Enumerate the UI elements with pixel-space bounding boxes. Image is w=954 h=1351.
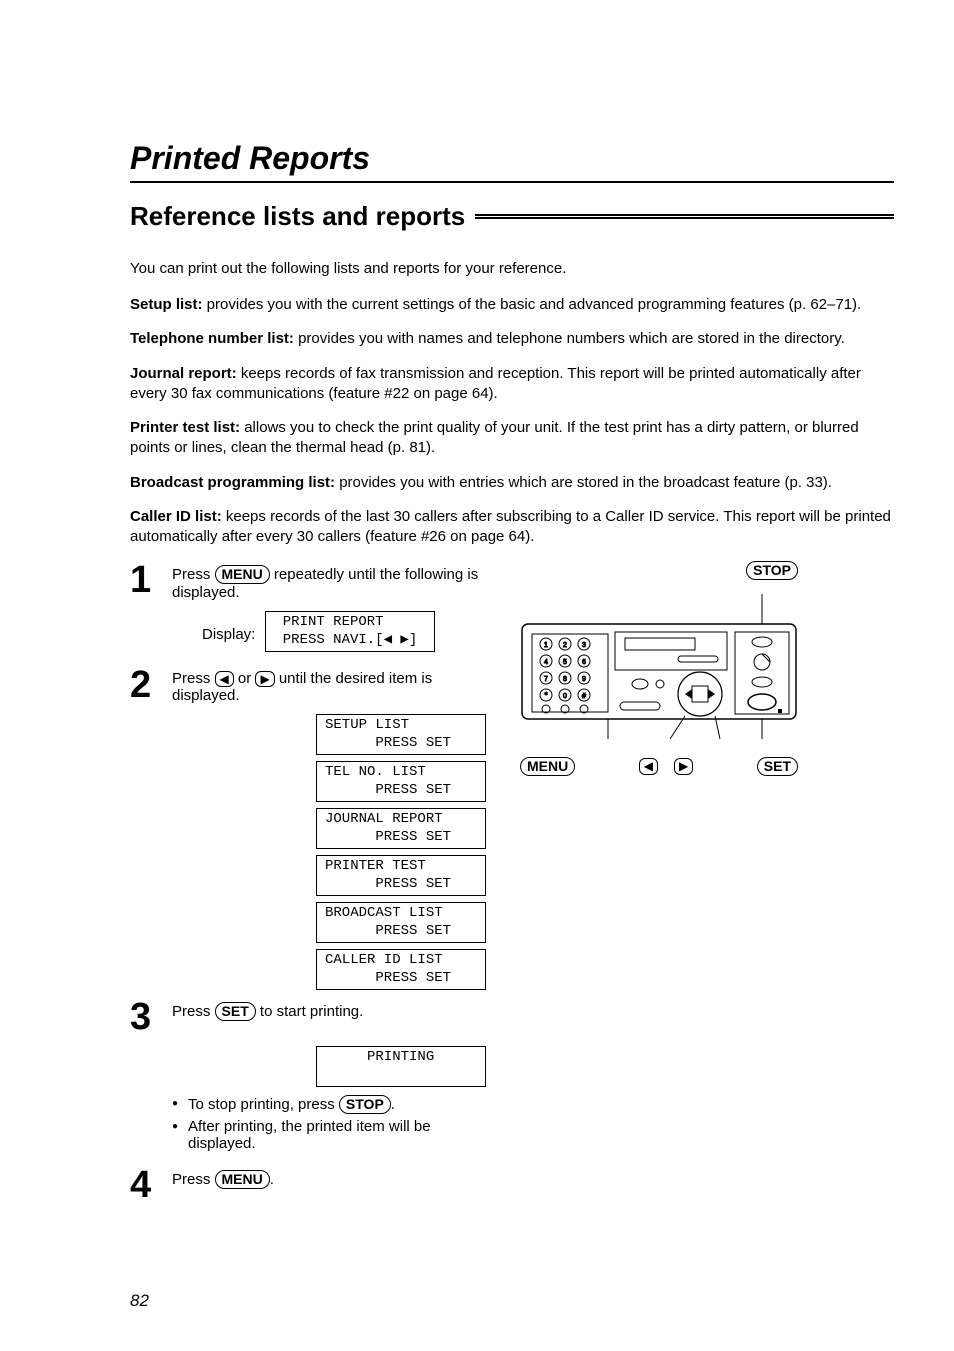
lcd-single: PRINTING (316, 1046, 500, 1087)
svg-text:5: 5 (563, 659, 567, 666)
step-4: 4 Press MENU. (130, 1166, 500, 1204)
lcd-display: SETUP LIST PRESS SET (316, 714, 486, 755)
desc-text: keeps records of the last 30 callers aft… (130, 508, 891, 545)
left-arrow-icon: ◀ (639, 758, 658, 774)
step-number: 2 (130, 666, 172, 704)
display-row: Display: PRINT REPORT PRESS NAVI.[◀ ▶] (202, 611, 500, 658)
svg-text:2: 2 (563, 642, 567, 649)
desc-text: allows you to check the print quality of… (130, 419, 859, 456)
page-number: 82 (130, 1291, 149, 1311)
step-text: . (270, 1171, 274, 1188)
set-button-label: SET (757, 757, 798, 776)
bullet-item: To stop printing, press STOP. (172, 1095, 500, 1114)
step-number: 3 (130, 998, 172, 1036)
display-label: Display: (202, 626, 255, 643)
lcd-display: PRINTING (316, 1046, 486, 1087)
desc-telephone: Telephone number list: provides you with… (130, 329, 894, 349)
desc-label: Journal report: (130, 365, 237, 382)
desc-journal: Journal report: keeps records of fax tra… (130, 364, 894, 405)
step-number: 1 (130, 561, 172, 601)
step-content: Press MENU repeatedly until the followin… (172, 561, 500, 601)
lcd-stack: SETUP LIST PRESS SET TEL NO. LIST PRESS … (316, 714, 500, 990)
desc-label: Caller ID list: (130, 508, 222, 525)
bullet-text: After printing, the printed item will be… (188, 1118, 431, 1152)
step-2: 2 Press ◀ or ▶ until the desired item is… (130, 666, 500, 704)
device-diagram: STOP 1 2 3 4 5 6 7 8 9 * 0 # (520, 561, 798, 1214)
right-arrow-icon: ▶ (674, 758, 693, 774)
desc-caller-id: Caller ID list: keeps records of the las… (130, 507, 894, 548)
desc-label: Broadcast programming list: (130, 474, 335, 491)
step-text: Press (172, 566, 215, 583)
step-number: 4 (130, 1166, 172, 1204)
desc-text: provides you with entries which are stor… (335, 474, 832, 491)
section-heading-row: Reference lists and reports (130, 201, 894, 232)
svg-text:#: # (582, 693, 586, 700)
svg-text:3: 3 (582, 642, 586, 649)
menu-button-label: MENU (215, 1170, 270, 1189)
step-3: 3 Press SET to start printing. (130, 998, 500, 1036)
step-text: Press (172, 1171, 215, 1188)
step3-bullets: To stop printing, press STOP. After prin… (172, 1095, 500, 1152)
stop-button-label: STOP (746, 561, 798, 580)
lcd-display: CALLER ID LIST PRESS SET (316, 949, 486, 990)
step-content: Press ◀ or ▶ until the desired item is d… (172, 666, 500, 704)
desc-text: provides you with the current settings o… (203, 296, 862, 313)
svg-text:0: 0 (563, 693, 567, 700)
menu-button-label: MENU (520, 757, 575, 776)
desc-broadcast: Broadcast programming list: provides you… (130, 473, 894, 493)
step-text: Press (172, 670, 215, 687)
desc-label: Printer test list: (130, 419, 240, 436)
set-button-label: SET (215, 1002, 256, 1021)
menu-button-label: MENU (215, 565, 270, 584)
intro-text: You can print out the following lists an… (130, 260, 894, 277)
left-arrow-icon: ◀ (215, 671, 234, 687)
lcd-display: PRINT REPORT PRESS NAVI.[◀ ▶] (265, 611, 435, 652)
desc-printer-test: Printer test list: allows you to check t… (130, 418, 894, 459)
step-content: Press SET to start printing. (172, 998, 500, 1036)
lcd-display: BROADCAST LIST PRESS SET (316, 902, 486, 943)
desc-text: provides you with names and telephone nu… (294, 330, 845, 347)
page-title: Printed Reports (130, 140, 894, 183)
desc-label: Telephone number list: (130, 330, 294, 347)
step-text: or (234, 670, 256, 687)
svg-text:6: 6 (582, 659, 586, 666)
right-arrow-icon: ▶ (255, 671, 274, 687)
lcd-display: PRINTER TEST PRESS SET (316, 855, 486, 896)
step-content: Press MENU. (172, 1166, 500, 1204)
bullet-text: . (391, 1096, 395, 1113)
step-text: to start printing. (256, 1003, 364, 1020)
svg-text:*: * (544, 691, 547, 700)
step-1: 1 Press MENU repeatedly until the follow… (130, 561, 500, 601)
step-text: Press (172, 1003, 215, 1020)
lcd-display: TEL NO. LIST PRESS SET (316, 761, 486, 802)
heading-rule (475, 214, 894, 219)
desc-label: Setup list: (130, 296, 203, 313)
stop-button-label: STOP (339, 1095, 391, 1114)
fax-machine-icon: 1 2 3 4 5 6 7 8 9 * 0 # (520, 584, 798, 749)
svg-text:4: 4 (544, 659, 548, 666)
svg-text:1: 1 (544, 642, 548, 649)
desc-text: keeps records of fax transmission and re… (130, 365, 861, 402)
svg-text:8: 8 (563, 676, 567, 683)
section-heading: Reference lists and reports (130, 201, 465, 232)
svg-text:9: 9 (582, 676, 586, 683)
bullet-item: After printing, the printed item will be… (172, 1118, 500, 1152)
diagram-labels: MENU ◀ ▶ SET (520, 757, 798, 776)
lcd-display: JOURNAL REPORT PRESS SET (316, 808, 486, 849)
bullet-text: To stop printing, press (188, 1096, 339, 1113)
desc-setup: Setup list: provides you with the curren… (130, 295, 894, 315)
svg-text:7: 7 (544, 676, 548, 683)
